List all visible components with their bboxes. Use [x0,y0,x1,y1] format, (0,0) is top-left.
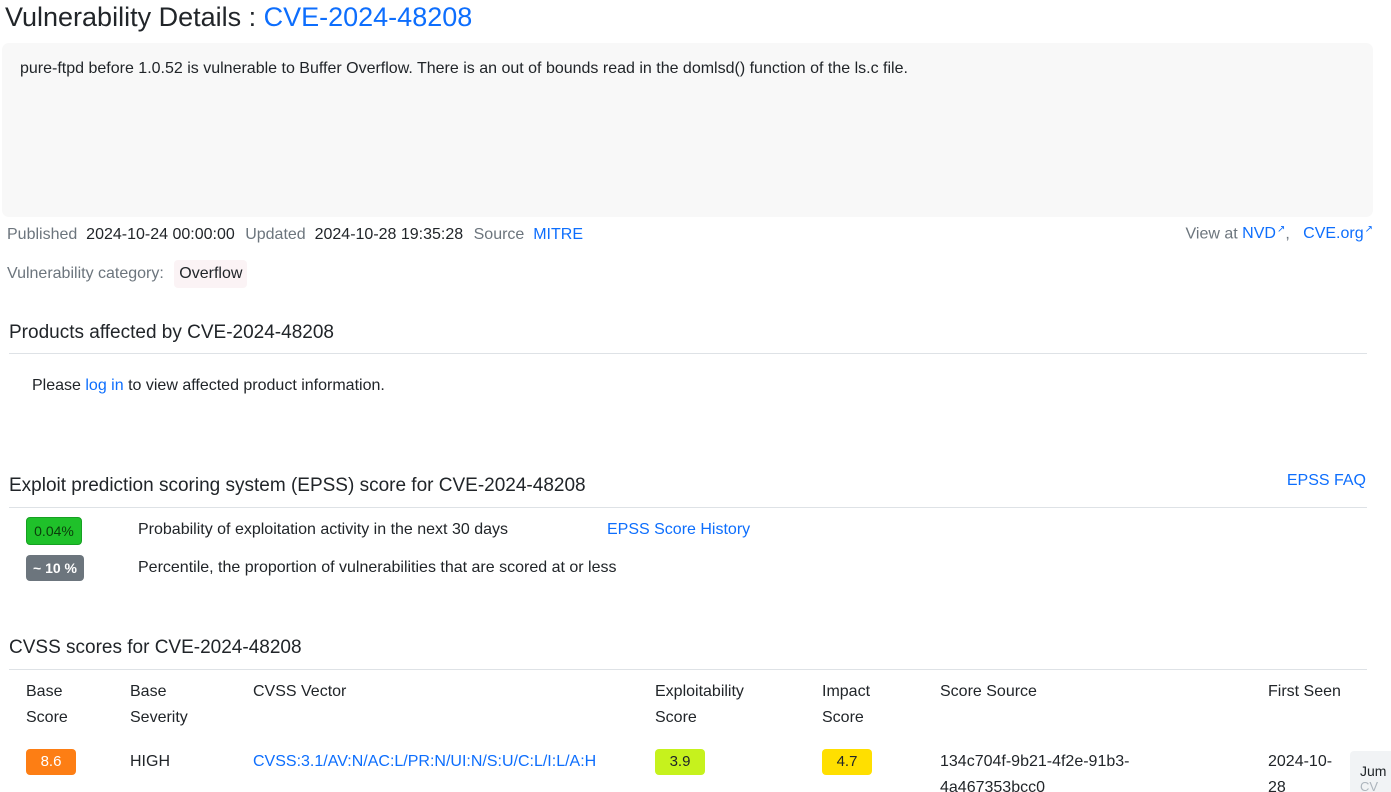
updated-label: Updated [245,226,306,243]
cve-org-link-label: CVE.org [1303,225,1364,243]
table-cell-base-severity: HIGH [130,753,170,770]
cve-id-link[interactable]: CVE-2024-48208 [264,2,473,32]
col-header-base-score: Base Score [26,679,68,731]
col-header-line: Base [130,683,167,700]
epss-probability-badge: 0.04% [26,517,82,545]
updated-date: 2024-10-28 19:35:28 [314,226,464,243]
section-divider [9,669,1367,670]
epss-faq-link[interactable]: EPSS FAQ [1287,470,1366,492]
col-header-line: Score [822,709,864,726]
epss-percentile-row: ~ 10 % Percentile, the proportion of vul… [26,555,616,581]
vulnerability-description: pure-ftpd before 1.0.52 is vulnerable to… [2,43,1373,217]
col-header-first-seen: First Seen [1268,683,1341,700]
login-msg-prefix: Please [32,377,81,394]
epss-probability-row: 0.04% Probability of exploitation activi… [26,517,750,545]
published-date: 2024-10-24 00:00:00 [86,226,235,243]
section-divider [9,507,1367,508]
page-title-prefix: Vulnerability Details : [5,2,264,32]
description-text: pure-ftpd before 1.0.52 is vulnerable to… [20,60,908,77]
epss-percentile-badge: ~ 10 % [26,555,84,581]
col-header-impact: Impact Score [822,679,870,731]
col-header-base-severity: Base Severity [130,679,188,731]
table-cell-impact: 4.7 [822,749,872,775]
category-badge[interactable]: Overflow [174,260,248,288]
score-source-line: 4a467353bcc0 [940,779,1045,792]
col-header-line: Score [26,709,68,726]
col-header-line: Exploitability [655,683,744,700]
table-cell-base-score: 8.6 [26,749,76,775]
jump-to-sub: CV [1360,779,1379,792]
col-header-line: Impact [822,683,871,700]
view-at-links: View at NVD↗, CVE.org↗ [1186,219,1373,245]
col-header-cvss-vector: CVSS Vector [253,683,347,700]
login-link[interactable]: log in [85,377,123,394]
published-label: Published [7,226,78,243]
table-cell-first-seen: 2024-10- 28 [1268,749,1332,792]
cvss-vector-link[interactable]: CVSS:3.1/AV:N/AC:L/PR:N/UI:N/S:U/C:L/I:L… [253,749,596,775]
cvss-section-title: CVSS scores for CVE-2024-48208 [9,637,302,658]
external-link-icon: ↗ [1364,224,1373,235]
epss-probability-text: Probability of exploitation activity in … [138,521,508,538]
nvd-link[interactable]: NVD↗ [1242,224,1285,243]
page-title: Vulnerability Details : CVE-2024-48208 [5,0,472,34]
source-link[interactable]: MITRE [533,226,583,243]
cve-org-link[interactable]: CVE.org↗ [1303,224,1373,243]
epss-score-history-link[interactable]: EPSS Score History [607,519,750,541]
table-cell-score-source: 134c704f-9b21-4f2e-91b3- 4a467353bcc0 [940,749,1129,792]
col-header-exploitability: Exploitability Score [655,679,744,731]
source-label: Source [473,226,525,243]
epss-percentile-text: Percentile, the proportion of vulnerabil… [138,559,617,576]
jump-to-panel[interactable]: Jum CV [1350,751,1391,792]
section-divider [9,353,1367,354]
impact-score-badge: 4.7 [822,749,872,775]
table-cell-exploitability: 3.9 [655,749,705,775]
category-label: Vulnerability category: [7,265,164,282]
view-at-separator: , [1285,225,1290,243]
col-header-line: Score [655,709,697,726]
nvd-link-label: NVD [1242,225,1276,243]
score-source-line: 134c704f-9b21-4f2e-91b3- [940,753,1130,770]
view-at-label: View at [1185,225,1238,243]
login-message: Please log in to view affected product i… [32,375,385,397]
col-header-line: Base [26,683,63,700]
first-seen-line: 2024-10- [1268,753,1333,770]
publication-meta: Published 2024-10-24 00:00:00 Updated 20… [7,224,583,246]
products-section-title: Products affected by CVE-2024-48208 [9,322,334,343]
col-header-line: Severity [130,709,188,726]
vulnerability-category: Vulnerability category: Overflow [7,260,248,288]
first-seen-line: 28 [1268,779,1286,792]
exploitability-score-badge: 3.9 [655,749,705,775]
jump-to-label: Jum [1360,763,1387,779]
login-msg-suffix: to view affected product information. [128,377,385,394]
base-score-badge: 8.6 [26,749,76,775]
col-header-score-source: Score Source [940,683,1037,700]
epss-section-title: Exploit prediction scoring system (EPSS)… [9,475,586,496]
